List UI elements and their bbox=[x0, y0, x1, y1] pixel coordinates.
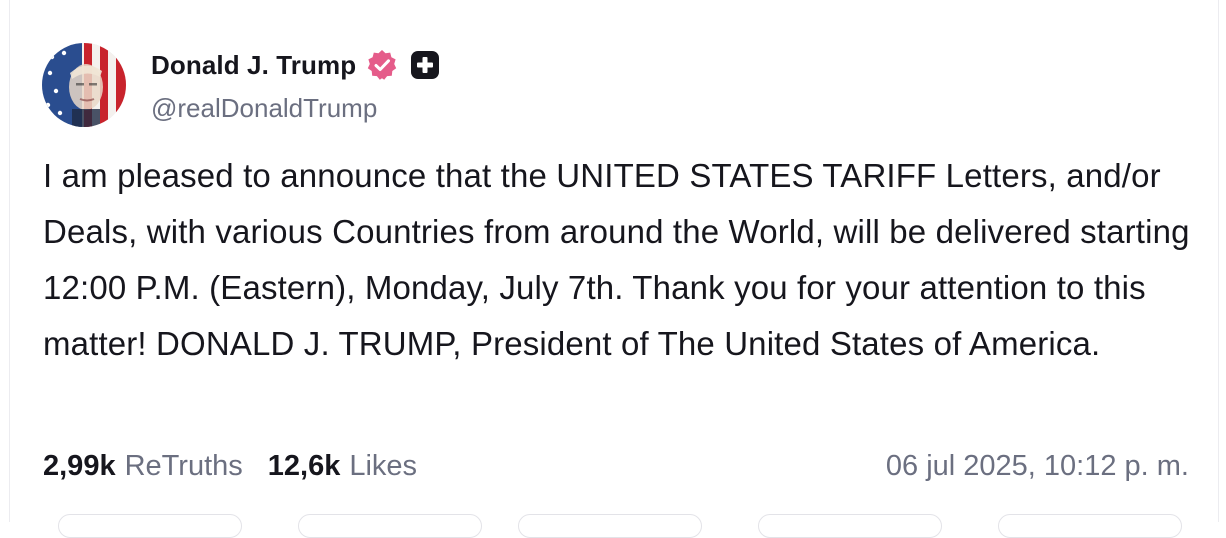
likes-stat[interactable]: 12,6k Likes bbox=[268, 450, 417, 483]
likes-count: 12,6k bbox=[267, 449, 341, 482]
avatar-image bbox=[42, 43, 126, 127]
avatar[interactable] bbox=[42, 43, 126, 127]
post-stats: 2,99k ReTruths 12,6k Likes bbox=[43, 446, 417, 486]
reply-button[interactable] bbox=[58, 514, 242, 538]
action-bar bbox=[58, 514, 1198, 538]
verified-badge-icon bbox=[362, 48, 399, 82]
like-button[interactable] bbox=[518, 514, 702, 538]
retruths-stat[interactable]: 2,99k ReTruths bbox=[43, 450, 243, 483]
post-timestamp[interactable]: 06 jul 2025, 10:12 p. m. bbox=[886, 446, 1189, 486]
author-row: Donald J. Trump bbox=[151, 47, 441, 83]
author-name[interactable]: Donald J. Trump bbox=[151, 50, 356, 81]
share-button[interactable] bbox=[758, 514, 942, 538]
author-handle[interactable]: @realDonaldTrump bbox=[151, 93, 377, 124]
post-text: I am pleased to announce that the UNITED… bbox=[43, 157, 1190, 362]
plus-badge-icon bbox=[405, 49, 441, 81]
likes-label: Likes bbox=[349, 449, 418, 482]
retruth-button[interactable] bbox=[298, 514, 482, 538]
retruths-count: 2,99k bbox=[43, 449, 116, 482]
post-card: Donald J. Trump @realDonaldTrump I am pl… bbox=[9, 0, 1219, 538]
retruths-label: ReTruths bbox=[124, 449, 243, 482]
more-button[interactable] bbox=[998, 514, 1182, 538]
